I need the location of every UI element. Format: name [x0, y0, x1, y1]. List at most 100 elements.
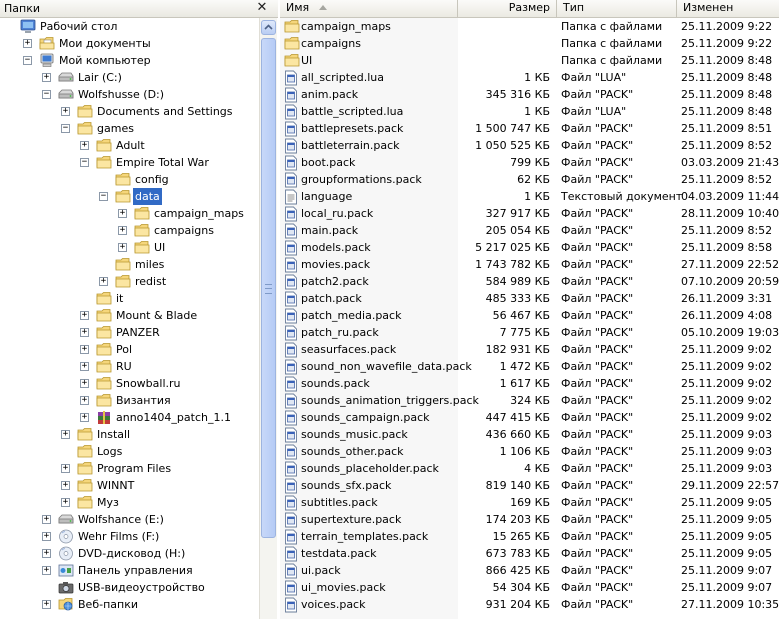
file-row[interactable]: terrain_templates.pack 15 265 КБ Файл "PAC…: [280, 528, 779, 545]
tree-item[interactable]: + DVD-дисковод (H:): [0, 545, 259, 562]
tree-item[interactable]: + campaign_maps: [0, 205, 259, 222]
expand-icon[interactable]: +: [61, 430, 70, 439]
expand-icon[interactable]: +: [61, 481, 70, 490]
column-header-type[interactable]: Тип: [557, 0, 677, 17]
file-row[interactable]: boot.pack 799 КБ Файл "PACK" 03.03.2009 21:…: [280, 154, 779, 171]
column-header-size[interactable]: Размер: [458, 0, 557, 17]
tree-item[interactable]: + Византия: [0, 392, 259, 409]
tree-item[interactable]: + Documents and Settings: [0, 103, 259, 120]
scroll-thumb[interactable]: [261, 38, 276, 538]
collapse-icon[interactable]: −: [23, 56, 32, 65]
tree-item[interactable]: − Empire Total War: [0, 154, 259, 171]
tree-item[interactable]: + RU: [0, 358, 259, 375]
tree-item[interactable]: + Snowball.ru: [0, 375, 259, 392]
expand-icon[interactable]: +: [118, 209, 127, 218]
expand-icon[interactable]: +: [61, 107, 70, 116]
file-row[interactable]: battle_scripted.lua 1 КБ Файл "LUA" 25.11.2…: [280, 103, 779, 120]
file-row[interactable]: sounds_animation_triggers.pack 324 КБ Файл…: [280, 392, 779, 409]
tree-item[interactable]: + Муз: [0, 494, 259, 511]
tree-item[interactable]: + WINNT: [0, 477, 259, 494]
file-row[interactable]: all_scripted.lua 1 КБ Файл "LUA" 25.11.2009…: [280, 69, 779, 86]
tree-item[interactable]: miles: [0, 256, 259, 273]
file-row[interactable]: sounds_placeholder.pack 4 КБ Файл "PACK" 25…: [280, 460, 779, 477]
file-row[interactable]: models.pack 5 217 025 КБ Файл "PACK" 25.11.…: [280, 239, 779, 256]
expand-icon[interactable]: +: [61, 498, 70, 507]
tree-item[interactable]: + Lair (C:): [0, 69, 259, 86]
expand-icon[interactable]: +: [42, 549, 51, 558]
tree-item[interactable]: it: [0, 290, 259, 307]
tree-item[interactable]: + Mount & Blade: [0, 307, 259, 324]
tree-item[interactable]: + campaigns: [0, 222, 259, 239]
file-row[interactable]: campaigns Папка с файлами 25.11.2009 9:22: [280, 35, 779, 52]
expand-icon[interactable]: +: [42, 600, 51, 609]
file-row[interactable]: supertexture.pack 174 203 КБ Файл "PACK" 25…: [280, 511, 779, 528]
file-row[interactable]: main.pack 205 054 КБ Файл "PACK" 25.11.2009…: [280, 222, 779, 239]
expand-icon[interactable]: +: [118, 226, 127, 235]
tree-item[interactable]: + UI: [0, 239, 259, 256]
expand-icon[interactable]: +: [99, 277, 108, 286]
file-row[interactable]: groupformations.pack 62 КБ Файл "PACK" 25.1…: [280, 171, 779, 188]
expand-icon[interactable]: +: [80, 311, 89, 320]
tree-item[interactable]: + Adult: [0, 137, 259, 154]
collapse-icon[interactable]: −: [99, 192, 108, 201]
tree-item[interactable]: + Program Files: [0, 460, 259, 477]
file-row[interactable]: patch.pack 485 333 КБ Файл "PACK" 26.11.200…: [280, 290, 779, 307]
tree-item[interactable]: − games: [0, 120, 259, 137]
expand-icon[interactable]: +: [42, 566, 51, 575]
tree-item[interactable]: + Веб-папки: [0, 596, 259, 613]
expand-icon[interactable]: +: [118, 243, 127, 252]
file-row[interactable]: ui_movies.pack 54 304 КБ Файл "PACK" 25.11.…: [280, 579, 779, 596]
expand-icon[interactable]: +: [42, 532, 51, 541]
file-row[interactable]: patch_media.pack 56 467 КБ Файл "PACK" 26.1…: [280, 307, 779, 324]
file-row[interactable]: voices.pack 931 204 КБ Файл "PACK" 27.11.20…: [280, 596, 779, 613]
tree-item[interactable]: − data: [0, 188, 259, 205]
file-row[interactable]: UI Папка с файлами 25.11.2009 8:48: [280, 52, 779, 69]
file-row[interactable]: patch_ru.pack 7 775 КБ Файл "PACK" 05.10.20…: [280, 324, 779, 341]
tree-item[interactable]: + redist: [0, 273, 259, 290]
tree-scrollbar[interactable]: [259, 18, 277, 619]
expand-icon[interactable]: +: [61, 464, 70, 473]
file-row[interactable]: sounds_other.pack 1 106 КБ Файл "PACK" 25.1…: [280, 443, 779, 460]
tree-item[interactable]: − Wolfshusse (D:): [0, 86, 259, 103]
file-row[interactable]: seasurfaces.pack 182 931 КБ Файл "PACK" 25.…: [280, 341, 779, 358]
file-row[interactable]: battlepresets.pack 1 500 747 КБ Файл "PACK…: [280, 120, 779, 137]
tree-item[interactable]: − Мой компьютер: [0, 52, 259, 69]
collapse-icon[interactable]: −: [42, 90, 51, 99]
file-row[interactable]: sounds_sfx.pack 819 140 КБ Файл "PACK" 29.1…: [280, 477, 779, 494]
file-row[interactable]: movies.pack 1 743 782 КБ Файл "PACK" 27.11.…: [280, 256, 779, 273]
file-row[interactable]: subtitles.pack 169 КБ Файл "PACK" 25.11.200…: [280, 494, 779, 511]
tree-item[interactable]: + Wolfshance (E:): [0, 511, 259, 528]
expand-icon[interactable]: +: [80, 328, 89, 337]
expand-icon[interactable]: +: [23, 39, 32, 48]
file-row[interactable]: sounds_music.pack 436 660 КБ Файл "PACK" 25…: [280, 426, 779, 443]
file-row[interactable]: ui.pack 866 425 КБ Файл "PACK" 25.11.2009 9…: [280, 562, 779, 579]
expand-icon[interactable]: +: [80, 141, 89, 150]
tree-item[interactable]: + Мои документы: [0, 35, 259, 52]
tree-item[interactable]: USB-видеоустройство: [0, 579, 259, 596]
scroll-up-button[interactable]: [261, 20, 276, 35]
column-header-name[interactable]: Имя: [280, 0, 458, 17]
expand-icon[interactable]: +: [80, 362, 89, 371]
file-row[interactable]: campaign_maps Папка с файлами 25.11.2009 9…: [280, 18, 779, 35]
file-row[interactable]: patch2.pack 584 989 КБ Файл "PACK" 07.10.20…: [280, 273, 779, 290]
file-row[interactable]: sounds_campaign.pack 447 415 КБ Файл "PACK…: [280, 409, 779, 426]
expand-icon[interactable]: +: [80, 396, 89, 405]
tree-item[interactable]: Рабочий стол: [0, 18, 259, 35]
expand-icon[interactable]: +: [80, 413, 89, 422]
tree-item[interactable]: + anno1404_patch_1.1: [0, 409, 259, 426]
expand-icon[interactable]: +: [80, 345, 89, 354]
file-row[interactable]: battleterrain.pack 1 050 525 КБ Файл "PACK…: [280, 137, 779, 154]
expand-icon[interactable]: +: [80, 379, 89, 388]
tree-item[interactable]: + Панель управления: [0, 562, 259, 579]
tree-item[interactable]: config: [0, 171, 259, 188]
file-row[interactable]: local_ru.pack 327 917 КБ Файл "PACK" 28.11.…: [280, 205, 779, 222]
tree-item[interactable]: + PANZER: [0, 324, 259, 341]
file-row[interactable]: language 1 КБ Текстовый документ 04.03.2009…: [280, 188, 779, 205]
file-row[interactable]: sounds.pack 1 617 КБ Файл "PACK" 25.11.2009…: [280, 375, 779, 392]
close-icon[interactable]: ✕: [255, 0, 269, 16]
column-header-modified[interactable]: Изменен: [677, 0, 779, 17]
collapse-icon[interactable]: −: [61, 124, 70, 133]
file-row[interactable]: sound_non_wavefile_data.pack 1 472 КБ Файл…: [280, 358, 779, 375]
expand-icon[interactable]: +: [42, 515, 51, 524]
expand-icon[interactable]: +: [42, 73, 51, 82]
